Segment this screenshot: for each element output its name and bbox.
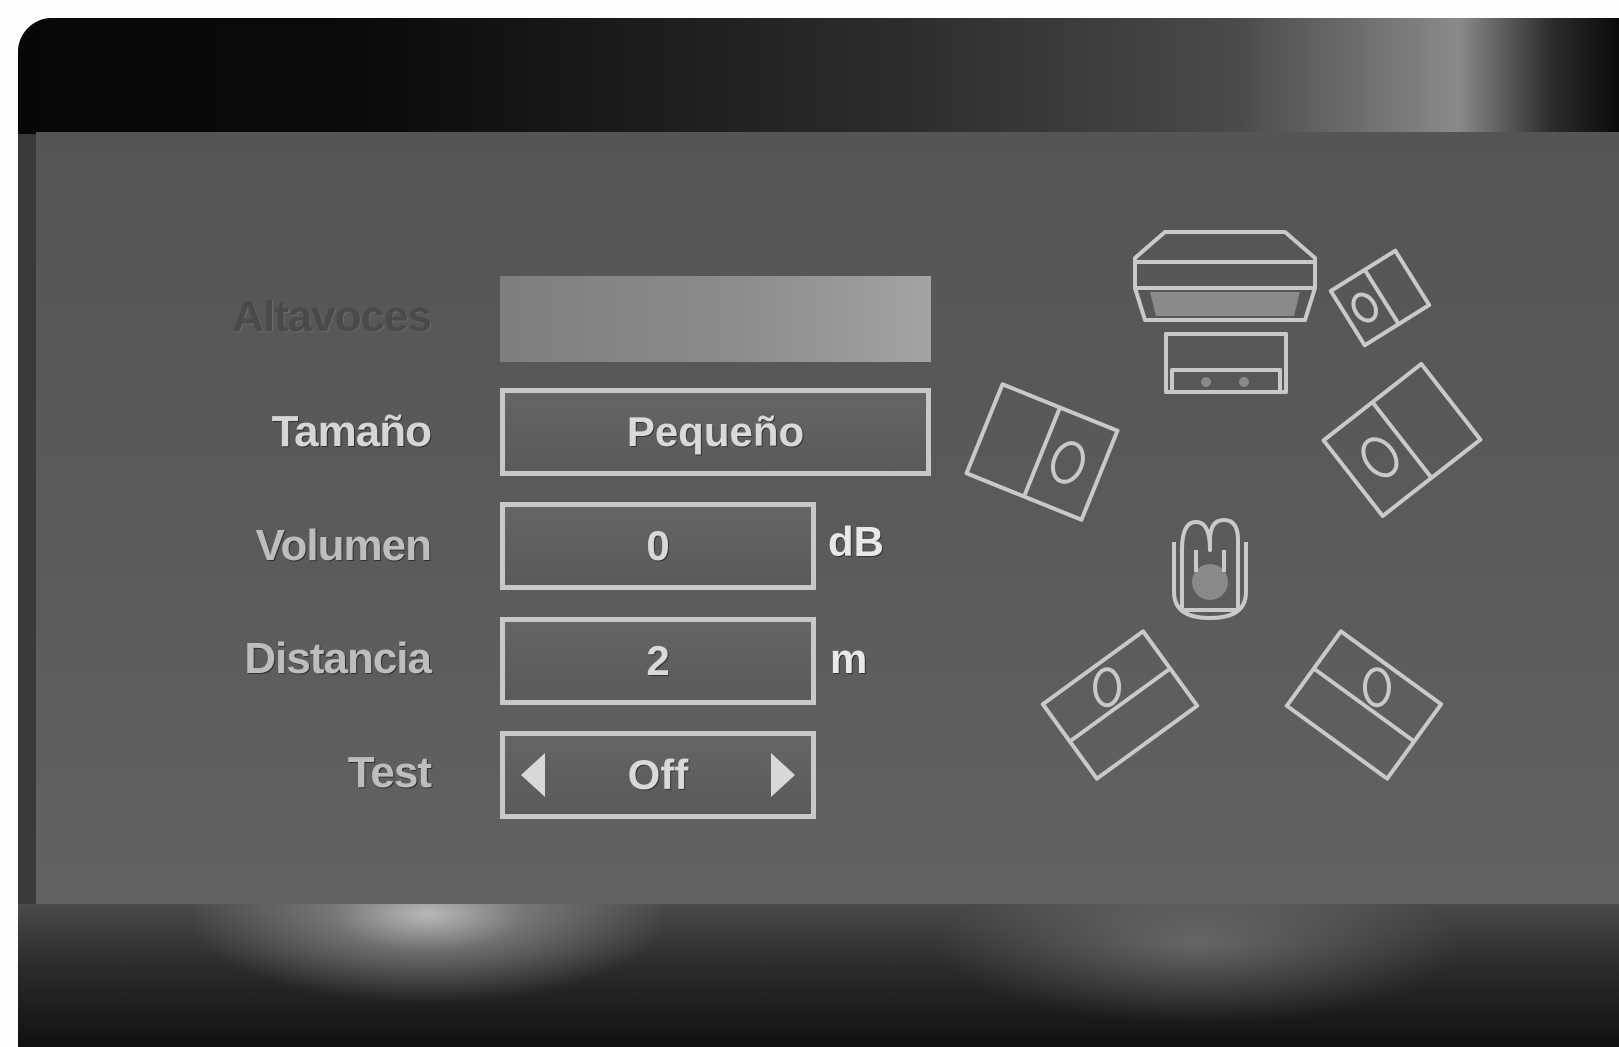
- surround-left-speaker-icon: [1040, 629, 1200, 781]
- center-speaker-icon: [1164, 332, 1288, 394]
- surround-right-speaker-icon: [1284, 629, 1444, 781]
- speaker-layout-diagram: [960, 220, 1500, 820]
- distance-label: Distancia: [244, 634, 432, 683]
- front-left-speaker-icon: [964, 382, 1120, 522]
- front-right-speaker-icon: [1321, 362, 1483, 518]
- test-label: Test: [347, 748, 432, 797]
- speakers-label: Altavoces: [232, 292, 432, 341]
- listener-icon: [1172, 518, 1248, 620]
- front-right-tweeter-icon: [1328, 248, 1432, 348]
- tv-icon: [1133, 230, 1317, 322]
- speakers-selector[interactable]: [500, 276, 931, 362]
- distance-unit: m: [830, 635, 868, 682]
- test-field[interactable]: Off: [500, 731, 816, 819]
- arrow-left-icon[interactable]: [521, 753, 545, 797]
- size-field[interactable]: Pequeño: [500, 388, 931, 476]
- volume-field[interactable]: 0: [500, 502, 816, 590]
- arrow-right-icon[interactable]: [771, 753, 795, 797]
- size-label: Tamaño: [271, 407, 432, 456]
- volume-label: Volumen: [255, 521, 432, 570]
- top-bar: [18, 18, 1619, 134]
- distance-field[interactable]: 2: [500, 617, 816, 705]
- test-value: Off: [627, 751, 689, 798]
- volume-unit: dB: [828, 518, 884, 565]
- bottom-bar: [18, 904, 1619, 1047]
